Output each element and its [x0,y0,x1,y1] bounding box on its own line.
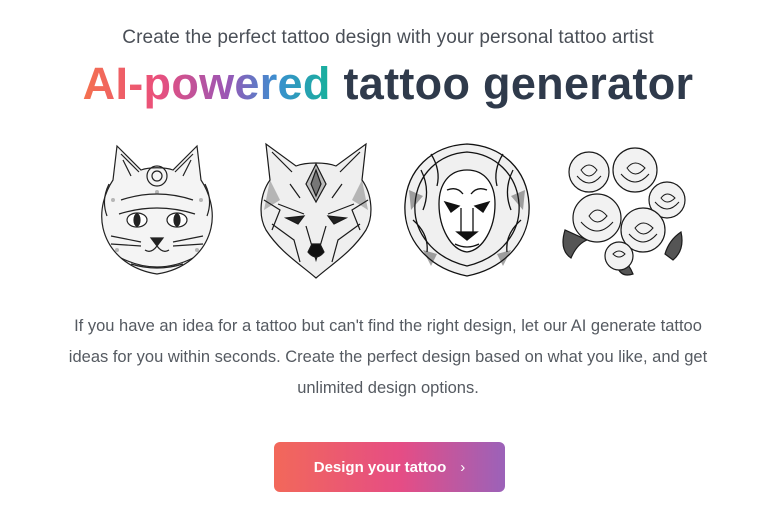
headline-plain-text: tattoo generator [343,58,694,109]
headline-gradient-text: AI-powered [82,58,331,109]
design-your-tattoo-label: Design your tattoo [313,458,447,476]
chevron-right-icon: › [460,458,466,476]
tattoo-gallery [0,140,776,280]
cat-tattoo-illustration [91,140,223,280]
hero-headline: AI-powered tattoo generator [0,58,776,110]
design-your-tattoo-button[interactable]: Design your tattoo › [274,442,505,492]
roses-tattoo-illustration [557,140,689,280]
wolf-tattoo-illustration [250,140,382,280]
hero-subtitle: Create the perfect tattoo design with yo… [122,27,654,48]
lion-tattoo-illustration [401,140,533,280]
hero-description: If you have an idea for a tattoo but can… [68,317,708,397]
